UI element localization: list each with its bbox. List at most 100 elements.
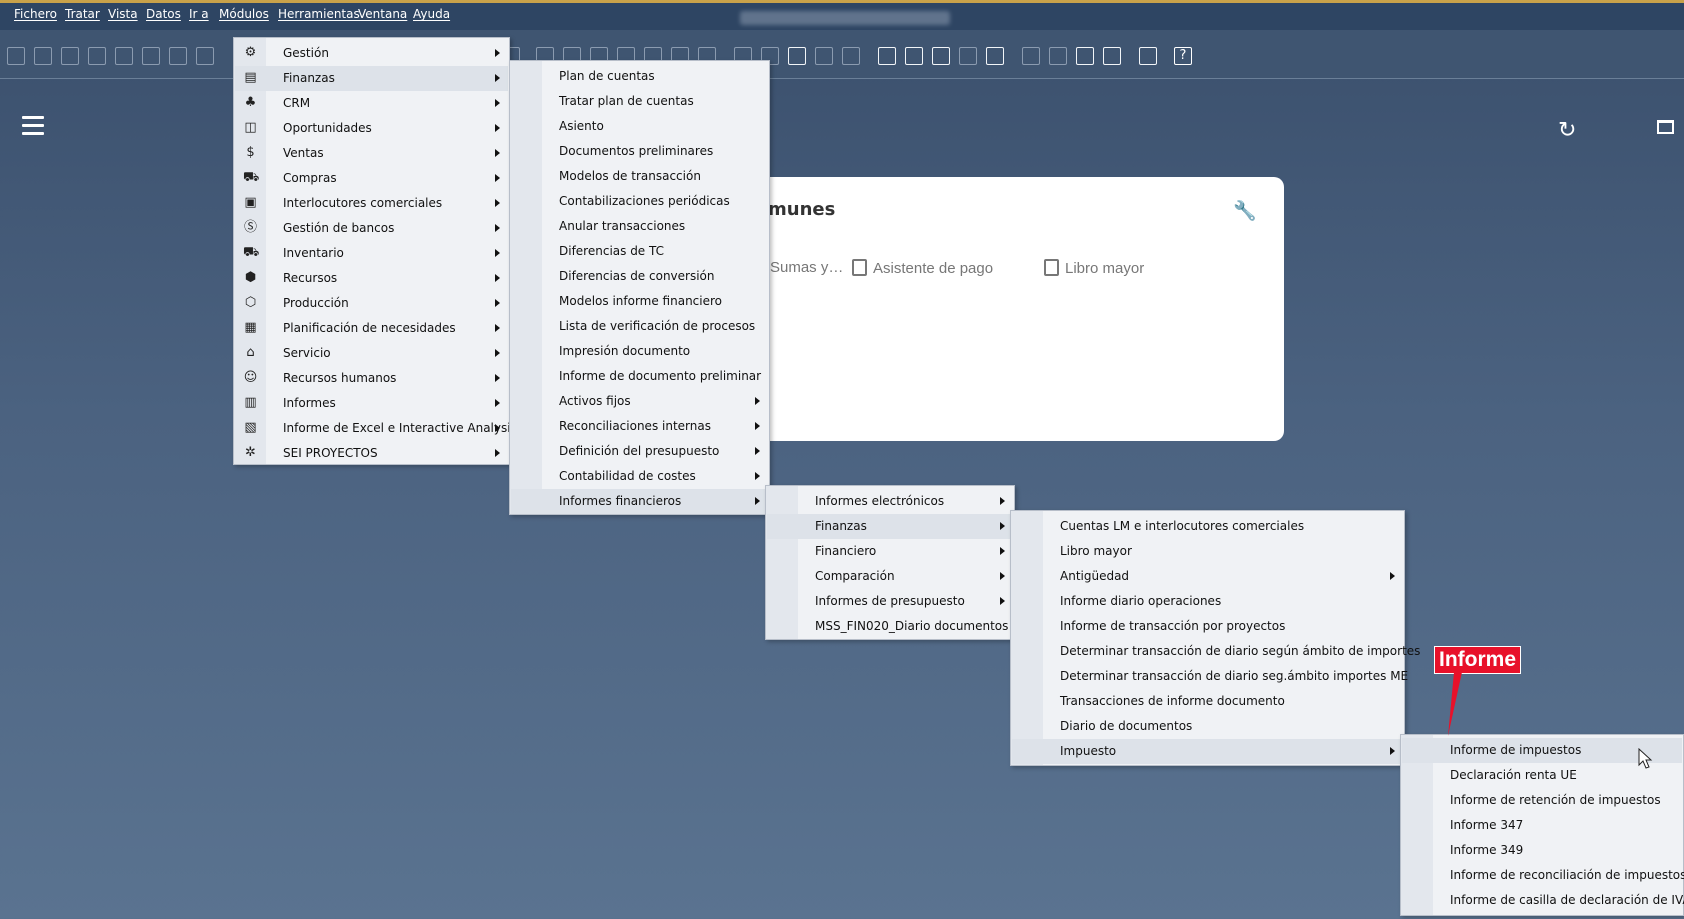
refresh-icon[interactable]: ↻ (1558, 118, 1576, 143)
messages-icon[interactable] (842, 47, 860, 65)
menu-item[interactable]: Diferencias de TC (511, 239, 768, 264)
menu-item[interactable]: Informe de reconciliación de impuestos (1402, 863, 1684, 888)
chart-export-icon[interactable] (1076, 47, 1094, 65)
menu-item[interactable]: $ Ventas (235, 141, 508, 166)
menu-item[interactable]: ⛟ Compras (235, 166, 508, 191)
users-icon[interactable] (959, 47, 977, 65)
stamp-icon[interactable] (986, 47, 1004, 65)
menu-item[interactable]: Finanzas (767, 514, 1013, 539)
edit-form-icon[interactable] (788, 47, 806, 65)
menu-item[interactable]: Documentos preliminares (511, 139, 768, 164)
copy-icon[interactable] (115, 47, 133, 65)
menu-item[interactable]: Modelos de transacción (511, 164, 768, 189)
card-item-asistente-pago[interactable]: Asistente de pago (852, 259, 993, 277)
print-icon[interactable] (34, 47, 52, 65)
menu-item[interactable]: Diario de documentos (1012, 714, 1403, 739)
document-icon[interactable] (88, 47, 106, 65)
calendar-icon[interactable] (61, 47, 79, 65)
menu-item[interactable]: ⬢ Recursos (235, 266, 508, 291)
menu-item[interactable]: Determinar transacción de diario según á… (1012, 639, 1420, 664)
menu-item[interactable]: Informe 347 (1402, 813, 1682, 838)
menu-item[interactable]: Financiero (767, 539, 1013, 564)
menu-item[interactable]: Cuentas LM e interlocutores comerciales (1012, 514, 1403, 539)
wrench-icon[interactable]: 🔧 (1233, 199, 1257, 222)
menu-item[interactable]: Definición del presupuesto (511, 439, 768, 464)
menu-item[interactable]: Lista de verificación de procesos (511, 314, 768, 339)
help-icon[interactable]: ? (1174, 47, 1192, 65)
annotation-arrow (1448, 672, 1462, 736)
menu-item[interactable]: Determinar transacción de diario seg.ámb… (1012, 664, 1408, 689)
word-icon[interactable] (169, 47, 187, 65)
alert-icon[interactable] (878, 47, 896, 65)
menu-item[interactable]: Informe de documento preliminar (511, 364, 768, 389)
menu-item[interactable]: Contabilidad de costes (511, 464, 768, 489)
menu-ventana[interactable]: Ventana (358, 7, 407, 21)
menu-item[interactable]: Diferencias de conversión (511, 264, 768, 289)
menu-item[interactable]: Informe de casilla de declaración de IVA (1402, 888, 1684, 913)
menu-item[interactable]: Impresión documento (511, 339, 768, 364)
menu-item[interactable]: ♣ CRM (235, 91, 508, 116)
menu-item[interactable]: Modelos informe financiero (511, 289, 768, 314)
menu-vista[interactable]: Vista (108, 7, 138, 21)
menu-item[interactable]: Informe de transacción por proyectos (1012, 614, 1403, 639)
menu-item-label: Planificación de necesidades (283, 321, 456, 335)
menu-item[interactable]: Activos fijos (511, 389, 768, 414)
menu-item-label: Inventario (283, 246, 344, 260)
menu-item[interactable]: Informe diario operaciones (1012, 589, 1403, 614)
menu-item[interactable]: ☺ Recursos humanos (235, 366, 508, 391)
menu-item[interactable]: ▦ Planificación de necesidades (235, 316, 508, 341)
menu-item[interactable]: ⬡ Producción (235, 291, 508, 316)
menu-tratar[interactable]: Tratar (65, 7, 100, 21)
widgets-icon[interactable] (1049, 47, 1067, 65)
menu-ir-a[interactable]: Ir a (189, 7, 209, 21)
menu-item[interactable]: Plan de cuentas (511, 64, 768, 89)
menu-item[interactable]: Comparación (767, 564, 1013, 589)
menu-item[interactable]: Tratar plan de cuentas (511, 89, 768, 114)
menu-item[interactable]: Informe de retención de impuestos (1402, 788, 1682, 813)
menu-item[interactable]: Antigüedad (1012, 564, 1403, 589)
chart-edit-icon[interactable] (1103, 47, 1121, 65)
menu-item[interactable]: ⛟ Inventario (235, 241, 508, 266)
alarm-icon[interactable] (905, 47, 923, 65)
menu-herramientas[interactable]: Herramientas (278, 7, 360, 21)
menu-modulos[interactable]: Módulos (219, 7, 269, 21)
menu-item[interactable]: Libro mayor (1012, 539, 1403, 564)
menu-item[interactable]: ✲ SEI PROYECTOS (235, 441, 508, 466)
menu-item[interactable]: Contabilizaciones periódicas (511, 189, 768, 214)
calculator-icon[interactable] (932, 47, 950, 65)
open-box-icon[interactable] (1657, 120, 1674, 134)
menu-item[interactable]: Ⓢ Gestión de bancos (235, 216, 508, 241)
refresh-doc-icon[interactable] (1022, 47, 1040, 65)
menu-fichero[interactable]: Fichero (14, 7, 57, 21)
finanzas-submenu: Plan de cuentas Tratar plan de cuentas Asi… (509, 60, 770, 515)
web-icon[interactable] (1139, 47, 1157, 65)
pdf-icon[interactable] (196, 47, 214, 65)
card-item-libro-mayor[interactable]: Libro mayor (1044, 259, 1144, 277)
menu-item[interactable]: Informes de presupuesto (767, 589, 1013, 614)
message-icon[interactable] (815, 47, 833, 65)
hamburger-menu-icon[interactable] (22, 116, 44, 140)
menu-item-label: CRM (283, 96, 311, 110)
menu-item[interactable]: Informes financieros (511, 489, 768, 514)
menu-datos[interactable]: Datos (146, 7, 181, 21)
menu-item[interactable]: ▤ Finanzas (235, 66, 508, 91)
menu-item[interactable]: ▥ Informes (235, 391, 508, 416)
card-item-sumas[interactable]: Sumas y… (770, 259, 843, 276)
menu-item[interactable]: Anular transacciones (511, 214, 768, 239)
search-icon[interactable] (7, 47, 25, 65)
menu-item[interactable]: Transacciones de informe documento (1012, 689, 1403, 714)
menu-item[interactable]: ◫ Oportunidades (235, 116, 508, 141)
menu-item[interactable]: ▧ Informe de Excel e Interactive Analysis (235, 416, 517, 441)
menu-item[interactable]: ▣ Interlocutores comerciales (235, 191, 508, 216)
excel-icon[interactable] (142, 47, 160, 65)
menu-item[interactable]: ⌂ Servicio (235, 341, 508, 366)
menu-ayuda[interactable]: Ayuda (413, 7, 450, 21)
menu-item[interactable]: Asiento (511, 114, 768, 139)
menu-item[interactable]: ⚙ Gestión (235, 41, 508, 66)
menu-item-label: Declaración renta UE (1450, 768, 1577, 782)
menu-item[interactable]: Informes electrónicos (767, 489, 1013, 514)
menu-item[interactable]: Reconciliaciones internas (511, 414, 768, 439)
menu-item[interactable]: MSS_FIN020_Diario documentos (767, 614, 1013, 639)
menu-item[interactable]: Informe 349 (1402, 838, 1682, 863)
menu-item[interactable]: Impuesto (1012, 739, 1403, 764)
